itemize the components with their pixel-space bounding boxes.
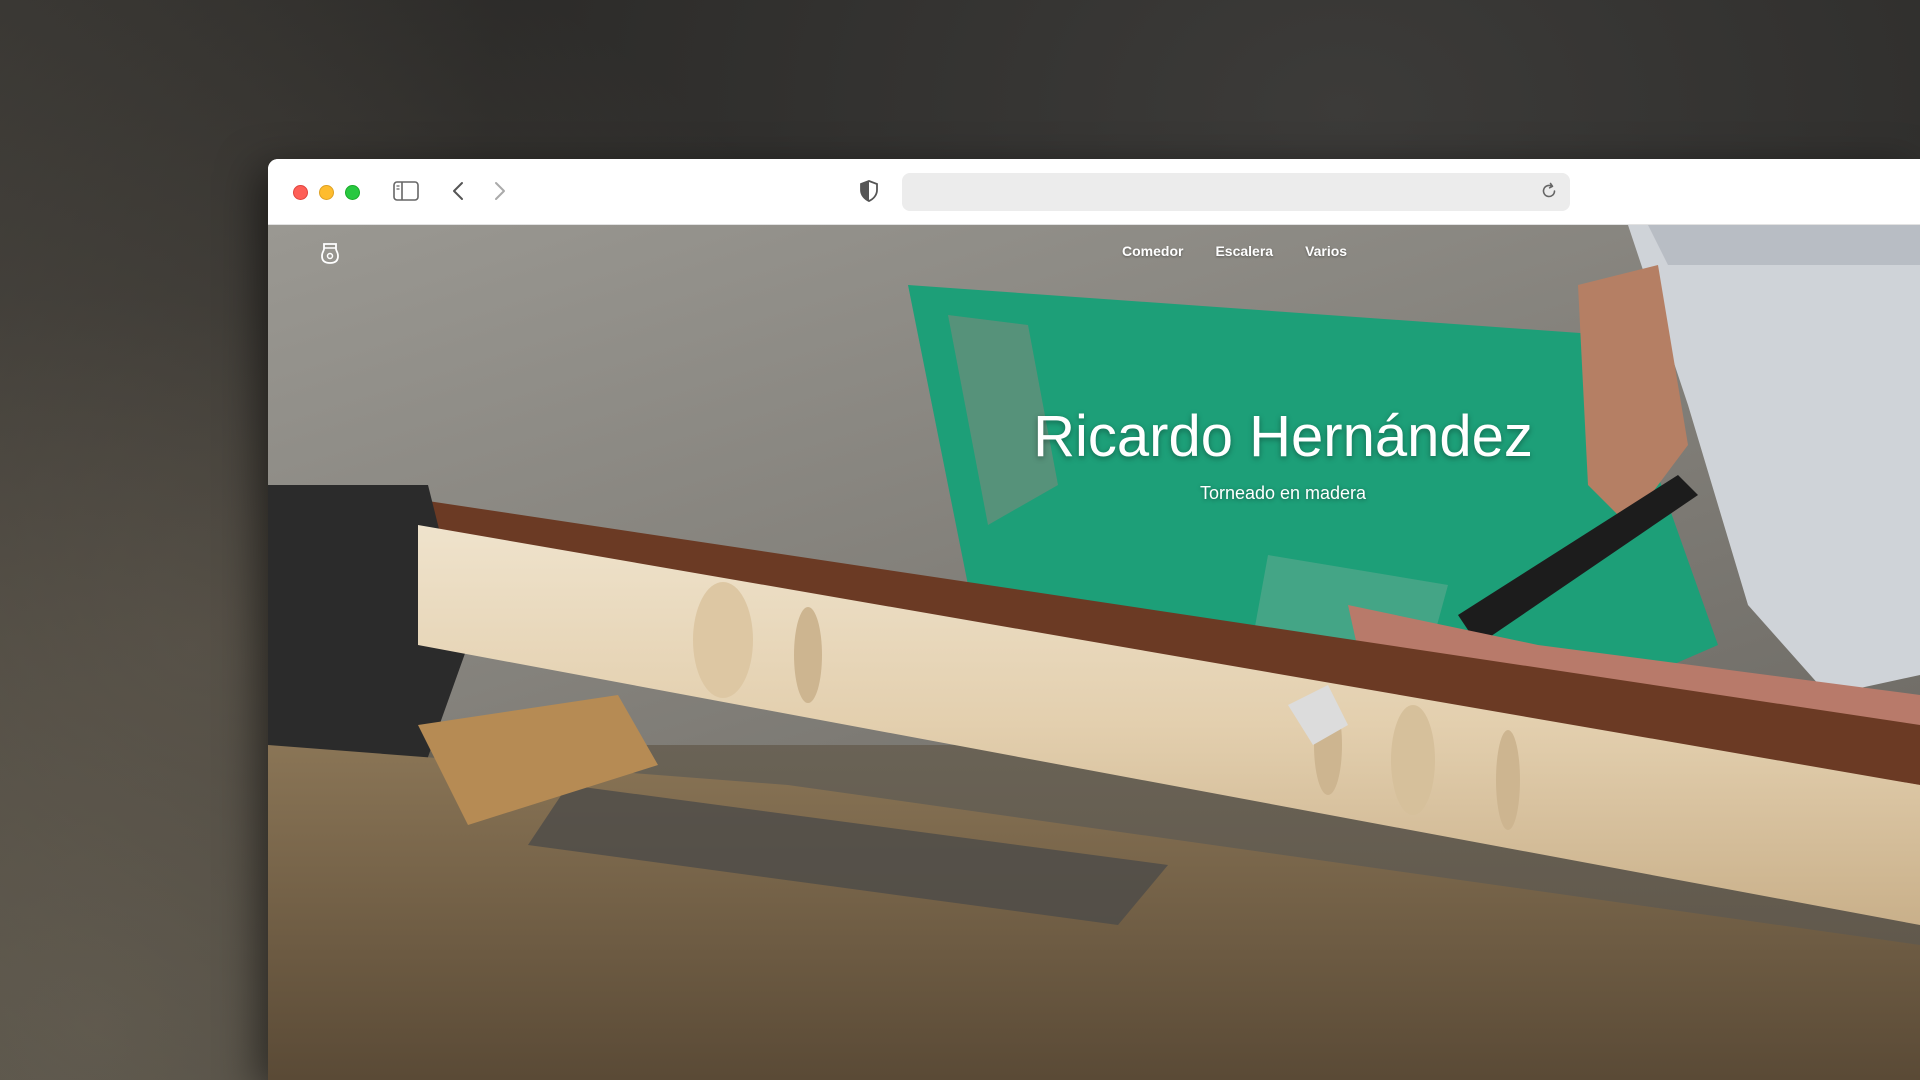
chevron-right-icon[interactable]	[488, 179, 512, 203]
browser-window: Comedor Escalera Varios Ricardo Hernánde…	[268, 159, 1920, 1080]
close-window-button[interactable]	[293, 185, 308, 200]
minimize-window-button[interactable]	[319, 185, 334, 200]
hero-background-photo	[268, 225, 1920, 1080]
nav-link-varios[interactable]: Varios	[1305, 243, 1347, 259]
woodturner-logo-icon[interactable]	[319, 241, 343, 265]
sidebar-icon[interactable]	[392, 179, 420, 203]
nav-link-comedor[interactable]: Comedor	[1122, 243, 1183, 259]
hero-subtitle: Torneado en madera	[1199, 483, 1367, 503]
browser-toolbar	[268, 159, 1920, 225]
hero-section: Comedor Escalera Varios Ricardo Hernánde…	[268, 225, 1920, 1080]
nav-link-escalera[interactable]: Escalera	[1215, 243, 1273, 259]
reload-icon[interactable]	[1540, 182, 1560, 202]
hero-title: Ricardo Hernández	[1033, 404, 1533, 469]
zoom-window-button[interactable]	[345, 185, 360, 200]
address-bar[interactable]	[902, 173, 1570, 211]
site-navigation: Comedor Escalera Varios	[1122, 243, 1347, 259]
chevron-left-icon[interactable]	[446, 179, 470, 203]
shield-icon[interactable]	[857, 178, 881, 204]
